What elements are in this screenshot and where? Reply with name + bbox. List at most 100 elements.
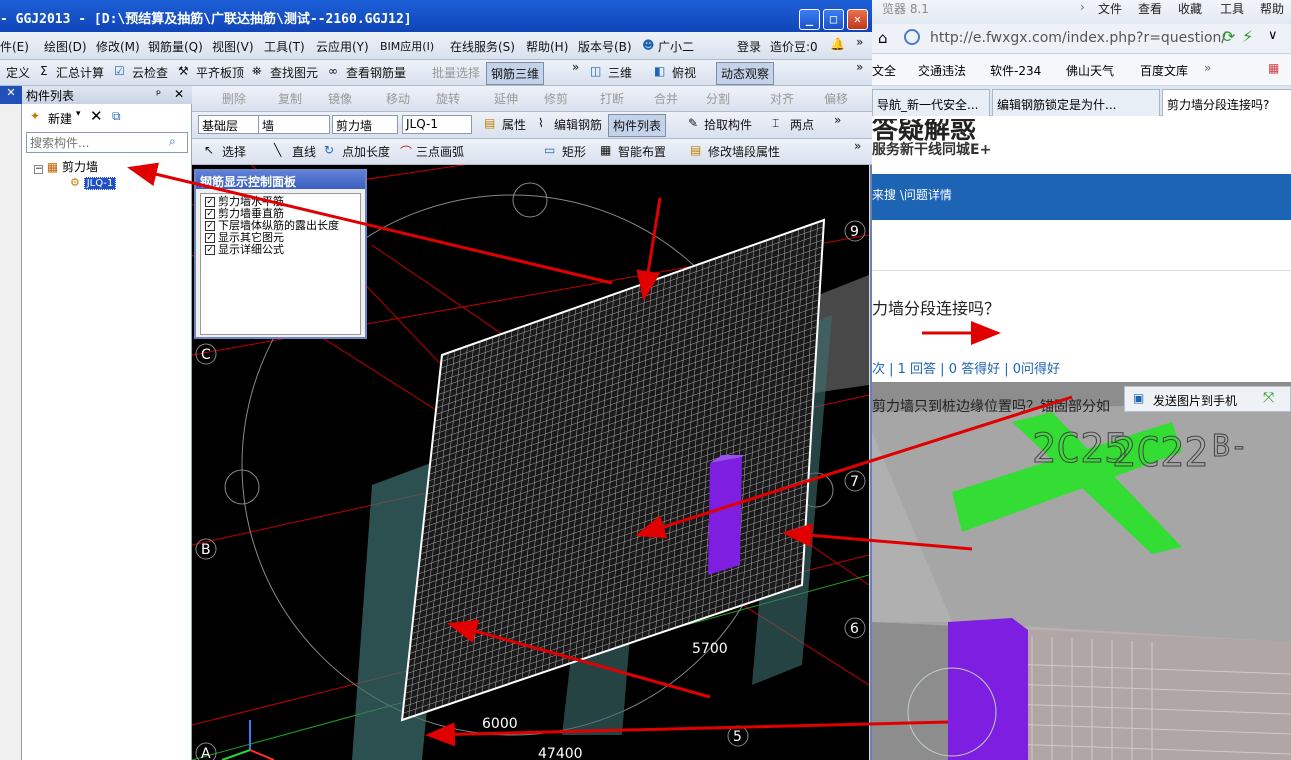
rectangle-button[interactable]: 矩形 [562,143,586,160]
menu-help[interactable]: 帮助 [1260,0,1284,17]
pick-component-button[interactable]: 拾取构件 [704,116,752,133]
new-button[interactable]: 新建 [48,110,72,127]
trim-button[interactable]: 修剪 [544,90,568,107]
menu-favorites[interactable]: 收藏 [1178,0,1202,17]
fav-item-0[interactable]: 文全 [872,62,896,79]
menu-item-modify[interactable]: 修改(M) [96,38,140,55]
name-select[interactable]: JLQ-1 [402,115,472,134]
category-select[interactable]: 墙 [258,115,330,134]
menu-item-cloud[interactable]: 云应用(Y) [316,38,369,55]
nav-link[interactable]: 来搜 \问题详情 [872,186,952,203]
tree-root[interactable]: − ▦ 剪力墙 [34,158,98,175]
menu-item-help[interactable]: 帮助(H) [526,38,568,55]
check-icon[interactable]: ✓ [205,233,215,243]
summary-calc-button[interactable]: 汇总计算 [56,64,104,81]
extend-button[interactable]: 延伸 [494,90,518,107]
overflow-icon-5[interactable]: » [854,139,861,153]
delete-button[interactable]: 删除 [222,90,246,107]
close-button[interactable]: ✕ [847,9,868,30]
arc-option-select[interactable] [486,142,540,161]
bell-icon[interactable]: 🔔 [830,37,845,51]
fav-item-4[interactable]: 百度文库 [1140,62,1188,79]
split-button[interactable]: 分割 [706,90,730,107]
tab-1[interactable]: 编辑钢筋锁定是为什... [992,89,1160,116]
menu-item-version[interactable]: 版本号(B) [578,38,632,55]
new-dropdown-icon[interactable]: ▾ [76,109,81,119]
level-top-button[interactable]: 平齐板顶 [196,64,244,81]
menu-file[interactable]: 文件 [1098,0,1122,17]
lightning-icon[interactable]: ⚡ [1242,27,1253,46]
copy-icon[interactable]: ⧉ [112,109,121,124]
panel-close-icon[interactable]: ✕ [174,87,184,101]
check-icon[interactable]: ✓ [205,221,215,231]
cloud-check-button[interactable]: 云检查 [132,64,168,81]
menu-item-view[interactable]: 视图(V) [212,38,254,55]
dropdown-icon[interactable]: ∨ [1268,28,1278,43]
more-icon[interactable]: » [1204,61,1211,75]
fav-item-1[interactable]: 交通违法 [918,62,966,79]
find-element-button[interactable]: 查找图元 [270,64,318,81]
overflow-icon[interactable]: » [856,35,863,49]
menu-item-online[interactable]: 在线服务(S) [450,38,515,55]
arc-button[interactable]: 三点画弧 [416,143,464,160]
edit-rebar-button[interactable]: 编辑钢筋 [554,116,602,133]
fav-item-2[interactable]: 软件-234 [990,62,1041,79]
break-button[interactable]: 打断 [600,90,624,107]
view-rebar-button[interactable]: 查看钢筋量 [346,64,406,81]
expand-icon[interactable]: ⤧ [1263,390,1274,406]
batch-select-button[interactable]: 批量选择 [432,64,480,81]
floor-select[interactable]: 基础层 [198,115,260,134]
menu-item-file[interactable]: 件(E) [0,38,29,55]
properties-button[interactable]: 属性 [502,116,526,133]
menu-item-draw[interactable]: 绘图(D) [44,38,87,55]
url-input[interactable]: http://e.fwxgx.com/index.php?r=question/ [930,30,1230,46]
move-button[interactable]: 移动 [386,90,410,107]
3d-view-dropdown[interactable]: 三维 [608,64,632,81]
line-button[interactable]: 直线 [292,143,316,160]
select-button[interactable]: 选择 [222,143,246,160]
tree-collapse-icon[interactable]: − [34,165,43,174]
tree-child[interactable]: ⚙ JLQ-1 [70,175,117,190]
check-icon[interactable]: ✓ [205,197,215,207]
menu-item-bim[interactable]: BIM应用(I) [380,38,434,54]
modify-wall-button[interactable]: 修改墙段属性 [708,143,780,160]
type-select[interactable]: 剪力墙 [332,115,398,134]
overflow-icon-4[interactable]: » [834,113,841,127]
tab-2[interactable]: 剪力墙分段连接吗? [1162,89,1291,116]
home-icon[interactable]: ⌂ [878,29,888,47]
checkbox-show-formula[interactable]: ✓ 显示详细公式 [205,244,284,256]
rotate-button[interactable]: 旋转 [436,90,460,107]
check-icon[interactable]: ✓ [205,209,215,219]
menu-tools[interactable]: 工具 [1220,0,1244,17]
menu-item-tools[interactable]: 工具(T) [264,38,305,55]
send-to-phone-button[interactable]: 发送图片到手机 [1153,392,1237,409]
offset-button[interactable]: 偏移 [824,90,848,107]
overflow-icon-3[interactable]: » [856,60,863,74]
point-length-button[interactable]: 点加长度 [342,143,390,160]
maximize-button[interactable]: □ [823,9,844,30]
search-input[interactable] [27,133,165,152]
search-icon[interactable]: ⌕ [169,134,176,149]
minimize-button[interactable]: _ [799,9,820,30]
delete-icon[interactable]: ✕ [90,107,103,125]
check-icon[interactable]: ✓ [205,245,215,255]
pin-icon[interactable]: ᵖ [156,87,161,101]
copy-button[interactable]: 复制 [278,90,302,107]
refresh-icon[interactable]: ⟳ [1222,27,1235,46]
strip-close-icon[interactable]: ✕ [0,86,22,104]
overflow-icon-2[interactable]: » [572,60,579,74]
top-view-dropdown[interactable]: 俯视 [672,64,696,81]
apps-icon[interactable]: ▦ [1268,61,1279,75]
mirror-button[interactable]: 镜像 [328,90,352,107]
fav-item-3[interactable]: 佛山天气 [1066,62,1114,79]
menu-view[interactable]: 查看 [1138,0,1162,17]
menu-item-assistant[interactable]: 广小二 [658,38,694,55]
merge-button[interactable]: 合并 [654,90,678,107]
define-button[interactable]: 定义 [6,64,30,81]
login-link[interactable]: 登录 [737,38,761,55]
dynamic-view-button[interactable]: 动态观察 [716,62,775,85]
menu-item-rebar[interactable]: 钢筋量(Q) [148,38,203,55]
smart-layout-button[interactable]: 智能布置 [618,143,666,160]
two-point-button[interactable]: 两点 [790,116,814,133]
rebar-3d-button[interactable]: 钢筋三维 [486,62,545,85]
